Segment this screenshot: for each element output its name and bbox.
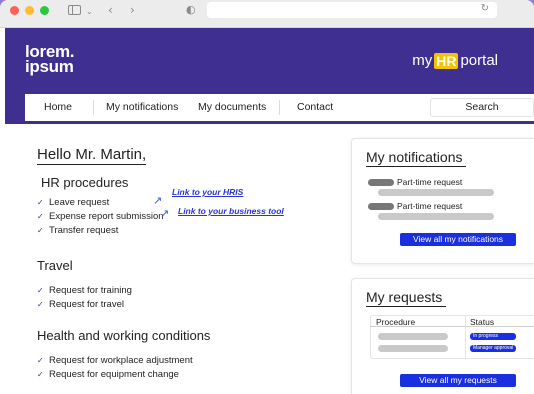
sidebar-toggle-icon[interactable]: [68, 5, 81, 15]
list-item-label: Request for training: [49, 285, 132, 296]
browser-window: ⌄ ‹ › ◐ ↻ lorem. ipsum my HR portal Home…: [0, 0, 534, 394]
portal-prefix: my: [412, 52, 433, 69]
nav-item-contact[interactable]: Contact: [297, 94, 333, 121]
list-item-training-request[interactable]: ✓ Request for training: [37, 284, 132, 298]
health-list: ✓ Request for workplace adjustment ✓ Reque…: [37, 354, 193, 382]
status-badge: In progress: [470, 333, 516, 340]
greeting-heading: Hello Mr. Martin,: [37, 146, 147, 165]
list-item-workplace-adjustment[interactable]: ✓ Request for workplace adjustment: [37, 354, 193, 368]
list-item-label: Request for equipment change: [49, 369, 179, 380]
list-item-equipment-change[interactable]: ✓ Request for equipment change: [37, 368, 193, 382]
check-icon: ✓: [37, 198, 44, 207]
hr-procedures-list: ✓ Leave request ✓ Expense report submissio…: [37, 196, 164, 238]
notification-avatar: [368, 179, 394, 186]
company-logo[interactable]: lorem. ipsum: [25, 43, 75, 76]
check-icon: ✓: [37, 370, 44, 379]
nav-item-home[interactable]: Home: [44, 94, 72, 121]
health-heading: Health and working conditions: [37, 328, 211, 343]
notification-avatar: [368, 203, 394, 210]
maximize-window-button[interactable]: [40, 6, 49, 15]
list-item-leave-request[interactable]: ✓ Leave request: [37, 196, 164, 210]
chevron-right-icon[interactable]: ›: [130, 3, 135, 17]
list-item-transfer-request[interactable]: ✓ Transfer request: [37, 224, 164, 238]
nav-divider: [279, 100, 280, 115]
nav-item-documents[interactable]: My documents: [198, 94, 266, 121]
view-all-notifications-button[interactable]: View all my notifications: [400, 233, 516, 246]
notifications-card: My notifications Part-time request Part-…: [351, 138, 534, 264]
notification-text[interactable]: Part-time request: [397, 177, 462, 187]
table-column-divider: [465, 315, 466, 359]
check-icon: ✓: [37, 300, 44, 309]
list-item-label: Transfer request: [49, 225, 119, 236]
external-link-icon[interactable]: ↗: [160, 207, 169, 220]
list-item-label: Expense report submission: [49, 211, 164, 222]
travel-heading: Travel: [37, 258, 73, 273]
status-badge: Manager approval: [470, 345, 516, 352]
procedure-column-header: Procedure: [376, 317, 416, 327]
privacy-shield-icon[interactable]: ◐: [186, 3, 196, 17]
requests-title: My requests: [366, 289, 447, 307]
browser-toolbar: ⌄ ‹ › ◐ ↻: [0, 0, 534, 28]
main-content: Hello Mr. Martin, HR procedures ✓ Leave r…: [5, 124, 534, 394]
address-bar[interactable]: ↻: [207, 2, 497, 18]
list-item-label: Leave request: [49, 197, 110, 208]
main-nav: Home My notifications My documents Conta…: [25, 94, 534, 121]
requests-card: My requests Procedure Status In progress…: [351, 278, 534, 394]
portal-hr-badge: HR: [434, 52, 459, 69]
search-input[interactable]: Search: [430, 98, 534, 117]
notification-text[interactable]: Part-time request: [397, 201, 462, 211]
hris-link[interactable]: Link to your HRIS: [172, 187, 243, 197]
chevron-down-icon[interactable]: ⌄: [86, 5, 93, 19]
notification-placeholder: [378, 213, 494, 220]
list-item-label: Request for travel: [49, 299, 124, 310]
external-link-icon[interactable]: ↗: [153, 194, 162, 207]
close-window-button[interactable]: [10, 6, 19, 15]
list-item-expense-report[interactable]: ✓ Expense report submission: [37, 210, 164, 224]
reload-icon[interactable]: ↻: [481, 3, 489, 14]
check-icon: ✓: [37, 356, 44, 365]
check-icon: ✓: [37, 226, 44, 235]
travel-list: ✓ Request for training ✓ Request for trave…: [37, 284, 132, 312]
procedure-placeholder: [378, 345, 448, 352]
list-item-travel-request[interactable]: ✓ Request for travel: [37, 298, 132, 312]
site-header: lorem. ipsum my HR portal Home My notifi…: [5, 28, 534, 124]
portal-suffix: portal: [460, 52, 498, 69]
notifications-title: My notifications: [366, 149, 467, 167]
procedure-placeholder: [378, 333, 448, 340]
status-column-header: Status: [470, 317, 495, 327]
business-tool-link[interactable]: Link to your business tool: [178, 206, 284, 216]
notification-placeholder: [378, 189, 494, 196]
minimize-window-button[interactable]: [25, 6, 34, 15]
logo-line-2: ipsum: [25, 57, 74, 76]
chevron-left-icon[interactable]: ‹: [108, 3, 113, 17]
check-icon: ✓: [37, 212, 44, 221]
nav-divider: [93, 100, 94, 115]
nav-item-notifications[interactable]: My notifications: [106, 94, 178, 121]
check-icon: ✓: [37, 286, 44, 295]
view-all-requests-button[interactable]: View all my requests: [400, 374, 516, 387]
list-item-label: Request for workplace adjustment: [49, 355, 193, 366]
hr-procedures-heading: HR procedures: [41, 175, 129, 190]
portal-brand: my HR portal: [412, 52, 498, 69]
